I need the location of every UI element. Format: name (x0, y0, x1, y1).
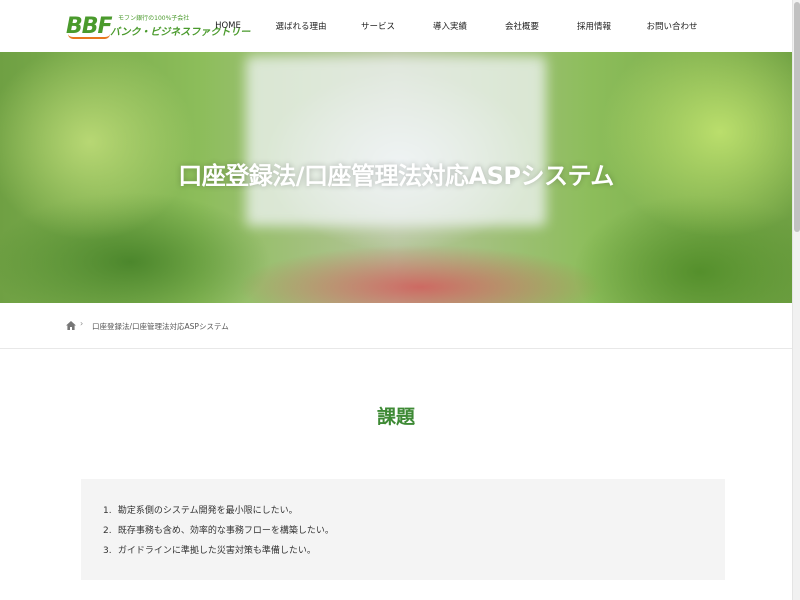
page-title: 口座登録法/口座管理法対応ASPシステム (178, 162, 614, 190)
hero-banner: 口座登録法/口座管理法対応ASPシステム (0, 52, 792, 303)
nav-home[interactable]: HOME (196, 0, 260, 52)
breadcrumb: › 口座登録法/口座管理法対応ASPシステム (0, 303, 792, 349)
list-item-number: 2. (103, 526, 112, 536)
vertical-scrollbar[interactable] (792, 0, 800, 600)
nav-recruit[interactable]: 採用情報 (558, 0, 630, 52)
list-item-number: 3. (103, 546, 112, 556)
list-item-number: 1. (103, 506, 112, 516)
nav-track-record[interactable]: 導入実績 (414, 0, 486, 52)
list-item-text: ガイドラインに準拠した災害対策も準備したい。 (117, 546, 316, 556)
nav-services[interactable]: サービス (342, 0, 414, 52)
scrollbar-thumb[interactable] (794, 2, 800, 232)
nav-reasons[interactable]: 選ばれる理由 (260, 0, 342, 52)
list-item-text: 既存事務も含め、効率的な事務フローを構築したい。 (117, 526, 334, 536)
logo-swoosh-icon (68, 34, 110, 39)
list-item: 1. 勘定系側のシステム開発を最小限にしたい。 (103, 503, 334, 523)
nav-company[interactable]: 会社概要 (486, 0, 558, 52)
section-title-issues: 課題 (376, 406, 415, 428)
breadcrumb-current: 口座登録法/口座管理法対応ASPシステム (92, 322, 229, 331)
company-logo[interactable]: BBF モフン銀行の100%子会社 バンク・ビジネスファクトリー (66, 12, 250, 42)
hero-background-image (246, 56, 546, 226)
issues-list: 1. 勘定系側のシステム開発を最小限にしたい。 2. 既存事務も含め、効率的な事… (103, 503, 334, 563)
nav-contact[interactable]: お問い合わせ (630, 0, 714, 52)
list-item: 3. ガイドラインに準拠した災害対策も準備したい。 (103, 543, 334, 563)
site-header: BBF モフン銀行の100%子会社 バンク・ビジネスファクトリー HOME 選ば… (0, 0, 792, 52)
global-nav: HOME 選ばれる理由 サービス 導入実績 会社概要 採用情報 お問い合わせ (196, 0, 714, 52)
chevron-right-icon: › (80, 319, 84, 328)
list-item: 2. 既存事務も含め、効率的な事務フローを構築したい。 (103, 523, 334, 543)
list-item-text: 勘定系側のシステム開発を最小限にしたい。 (117, 506, 298, 516)
home-icon[interactable] (66, 321, 76, 330)
logo-tagline: モフン銀行の100%子会社 (118, 15, 190, 22)
issues-box: 1. 勘定系側のシステム開発を最小限にしたい。 2. 既存事務も含め、効率的な事… (81, 479, 725, 580)
